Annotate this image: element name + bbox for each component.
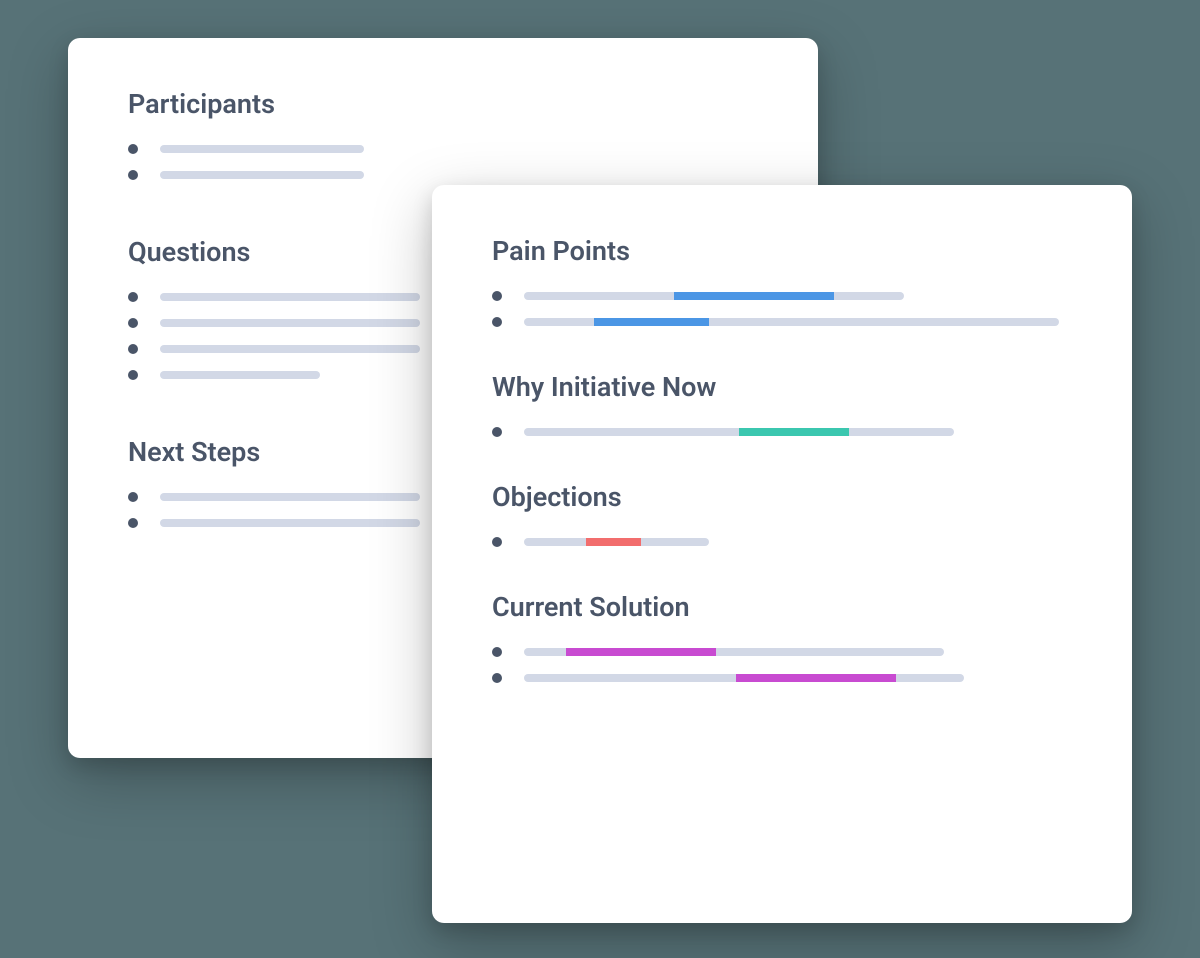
list-item [492,427,1072,437]
section-title: Objections [492,481,1072,513]
highlight-segment [566,648,716,656]
highlight-segment [586,538,641,546]
highlight-bar [524,648,944,656]
placeholder-bar [160,171,364,179]
list-item [492,673,1072,683]
section-title: Why Initiative Now [492,371,1072,403]
list-item [128,170,758,180]
placeholder-bar [160,493,420,501]
bullet-icon [128,518,138,528]
bullet-icon [492,673,502,683]
list-item [492,537,1072,547]
highlight-segment [674,292,834,300]
section-why-initiative-now: Why Initiative Now [492,371,1072,437]
bullet-icon [128,492,138,502]
section-title: Current Solution [492,591,1072,623]
highlight-bar [524,674,964,682]
highlight-segment [736,674,896,682]
placeholder-bar [160,345,420,353]
list-item [492,317,1072,327]
section-current-solution: Current Solution [492,591,1072,683]
list-item [492,291,1072,301]
section-title: Pain Points [492,235,1072,267]
placeholder-bar [160,319,420,327]
section-pain-points: Pain Points [492,235,1072,327]
bullet-icon [128,344,138,354]
placeholder-bar [160,519,420,527]
placeholder-bar [160,293,420,301]
highlight-segment [739,428,849,436]
highlight-bar [524,318,1059,326]
bullet-icon [128,318,138,328]
bullet-icon [128,144,138,154]
list-item [492,647,1072,657]
section-participants: Participants [128,88,758,180]
highlight-bar [524,538,709,546]
bullet-icon [128,370,138,380]
bullet-icon [128,292,138,302]
list-item [128,144,758,154]
insights-card-front: Pain Points Why Initiative Now Objection… [432,185,1132,923]
bullet-icon [492,291,502,301]
highlight-segment [594,318,709,326]
highlight-bar [524,292,904,300]
bullet-icon [492,317,502,327]
bullet-icon [128,170,138,180]
bullet-icon [492,647,502,657]
placeholder-bar [160,145,364,153]
bullet-icon [492,537,502,547]
highlight-bar [524,428,954,436]
section-title: Participants [128,88,758,120]
placeholder-bar [160,371,320,379]
bullet-icon [492,427,502,437]
section-objections: Objections [492,481,1072,547]
